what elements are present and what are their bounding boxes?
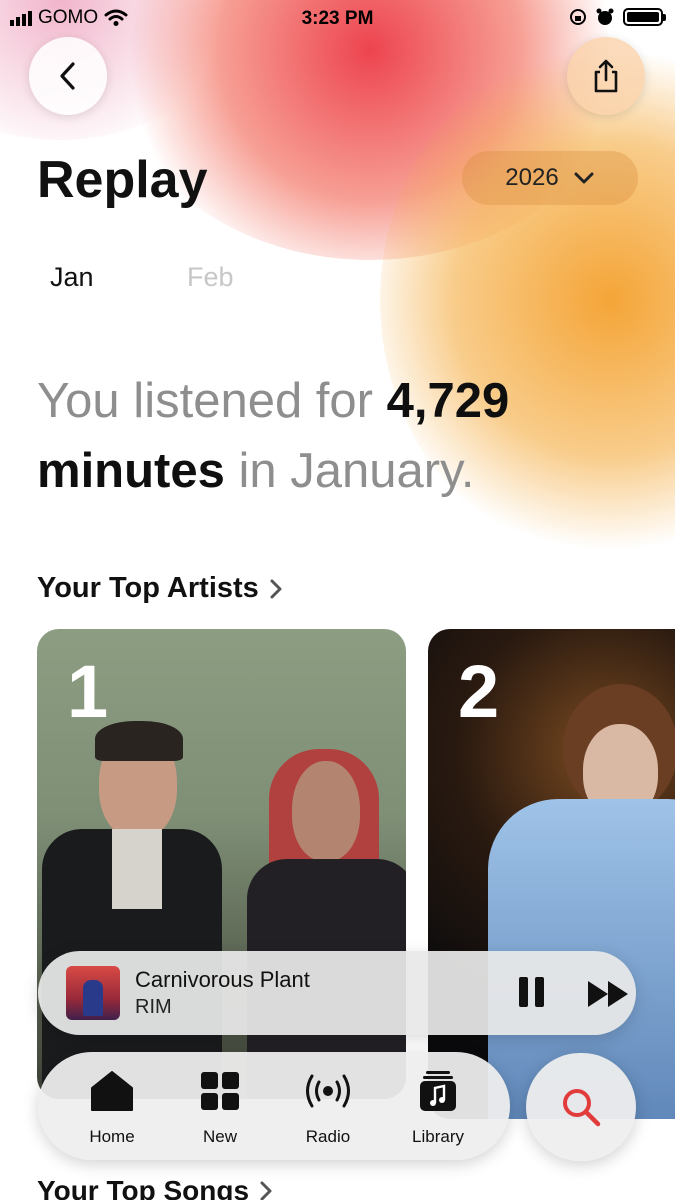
summary-minutes: 4,729 [386,374,510,428]
tab-bar: Home New Radio Library [38,1052,510,1160]
summary-prefix: You listened for [37,374,387,428]
search-button[interactable] [526,1053,636,1161]
back-chevron-icon [60,62,75,90]
artist-card[interactable]: 2 [428,629,675,1119]
rotation-lock-icon [570,9,586,25]
summary-suffix: in January. [224,444,475,498]
top-songs-header[interactable]: Your Top Songs [37,1175,273,1200]
radio-icon [306,1074,350,1108]
summary-unit: minutes [37,444,225,498]
battery-icon [623,8,666,26]
artist-rank: 2 [458,650,500,733]
chevron-right-icon [260,1181,272,1200]
top-artists-header[interactable]: Your Top Artists [37,572,283,605]
pause-button[interactable] [514,977,548,1011]
library-icon [420,1071,456,1111]
now-playing-bar[interactable]: Carnivorous Plant RIM [38,951,636,1035]
year-label: 2026 [505,164,559,191]
artist-rank: 1 [67,650,109,733]
chevron-down-icon [574,172,594,184]
grid-icon [201,1072,239,1110]
fast-forward-icon[interactable] [586,978,632,1010]
tab-library[interactable]: Library [388,1070,488,1147]
status-bar: GOMO 3:23 PM [0,0,675,36]
tab-month-jan[interactable]: Jan [50,262,94,293]
track-title: Carnivorous Plant [135,967,310,992]
share-icon [594,59,618,93]
alarm-icon [596,8,614,25]
tab-home[interactable]: Home [62,1070,162,1147]
back-button[interactable] [29,37,107,115]
home-icon [91,1071,133,1111]
track-artist: RIM [135,996,172,1018]
page-title: Replay [37,151,208,209]
tab-radio[interactable]: Radio [278,1070,378,1147]
search-icon [563,1089,601,1127]
pause-icon [518,977,528,1007]
year-selector[interactable]: 2026 [462,151,638,205]
tab-library-label: Library [412,1127,464,1146]
top-artists-title: Your Top Artists [37,572,259,604]
tab-home-label: Home [89,1127,135,1146]
listening-summary: You listened for 4,729 minutes in January… [37,366,637,506]
share-button[interactable] [567,37,645,115]
chevron-right-icon [270,579,282,598]
album-art [66,966,120,1020]
tab-new-label: New [202,1127,237,1146]
top-songs-title: Your Top Songs [37,1175,250,1200]
tab-new[interactable]: New [170,1070,270,1147]
tab-radio-label: Radio [305,1127,351,1146]
tab-month-feb[interactable]: Feb [187,262,234,293]
